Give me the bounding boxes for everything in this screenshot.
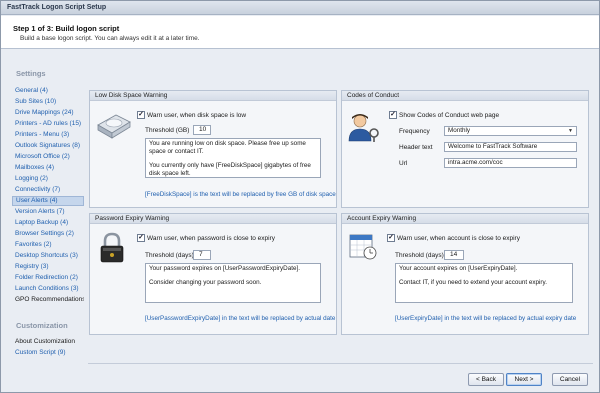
- password-panel: Password Expiry Warning ✓ Warn user, whe…: [89, 213, 337, 335]
- disk-message-textarea[interactable]: You are running low on disk space. Pleas…: [145, 138, 321, 178]
- sidebar-item-general[interactable]: General (4): [12, 86, 84, 96]
- warn-password-checkbox[interactable]: ✓: [137, 234, 145, 242]
- disk-message-line-2: You currently only have [FreeDiskSpace] …: [149, 162, 311, 177]
- password-title: Password Expiry Warning: [90, 214, 336, 224]
- setup-window: FastTrack Logon Script Setup Step 1 of 3…: [0, 0, 600, 393]
- sidebar-item-connectivity[interactable]: Connectivity (7): [12, 185, 84, 195]
- password-threshold-label: Threshold (days): [145, 252, 194, 259]
- step-title: Step 1 of 3: Build logon script: [13, 24, 120, 33]
- account-message-line-2: Contact IT, if you need to extend your a…: [399, 279, 547, 286]
- sidebar-item-about-customization[interactable]: About Customization: [12, 337, 84, 347]
- cancel-button[interactable]: Cancel: [552, 373, 588, 386]
- sidebar-item-drive-mappings[interactable]: Drive Mappings (24): [12, 108, 84, 118]
- account-threshold-input[interactable]: 14: [444, 250, 464, 260]
- url-input[interactable]: intra.acme.com/coc: [444, 158, 577, 168]
- step-subtitle: Build a base logon script. You can alway…: [20, 35, 200, 42]
- customization-heading: Customization: [16, 321, 68, 330]
- warn-account-checkbox[interactable]: ✓: [387, 234, 395, 242]
- password-message-textarea[interactable]: Your password expires on [UserPasswordEx…: [145, 263, 321, 303]
- sidebar-item-laptop-backup[interactable]: Laptop Backup (4): [12, 218, 84, 228]
- warn-account-label: Warn user, when account is close to expi…: [397, 235, 520, 242]
- settings-heading: Settings: [16, 69, 46, 78]
- footer-divider: [88, 363, 593, 364]
- sidebar-item-user-alerts[interactable]: User Alerts (4): [12, 196, 84, 206]
- warn-low-disk-label: Warn user, when disk space is low: [147, 112, 247, 119]
- sidebar-item-gpo-recommendations[interactable]: GPO Recommendations: [12, 295, 84, 305]
- show-conduct-label: Show Codes of Conduct web page: [399, 112, 500, 119]
- disk-threshold-input[interactable]: 10: [193, 125, 211, 135]
- sidebar-item-printers-menu[interactable]: Printers - Menu (3): [12, 130, 84, 140]
- header-text-label: Header text: [399, 144, 433, 151]
- sidebar-item-folder-redirection[interactable]: Folder Redirection (2): [12, 273, 84, 283]
- user-key-icon: [348, 114, 379, 142]
- sidebar-item-version-alerts[interactable]: Version Alerts (7): [12, 207, 84, 217]
- wizard-header: Step 1 of 3: Build logon script Build a …: [1, 16, 599, 49]
- frequency-value: Monthly: [448, 127, 471, 134]
- low-disk-panel: Low Disk Space Warning ✓ Warn user, when…: [89, 90, 337, 208]
- title-bar: FastTrack Logon Script Setup: [1, 1, 599, 15]
- conduct-panel: Codes of Conduct ✓ Show Codes of Conduct…: [341, 90, 589, 208]
- url-label: Url: [399, 160, 408, 167]
- sidebar-item-sub-sites[interactable]: Sub Sites (10): [12, 97, 84, 107]
- warn-password-label: Warn user, when password is close to exp…: [147, 235, 276, 242]
- frequency-label: Frequency: [399, 128, 430, 135]
- header-text-input[interactable]: Welcome to FastTrack Software: [444, 142, 577, 152]
- disk-note: [FreeDiskSpace] is the text will be repl…: [145, 191, 336, 198]
- sidebar-item-custom-script[interactable]: Custom Script (9): [12, 348, 84, 358]
- account-message-textarea[interactable]: Your account expires on [UserExpiryDate]…: [395, 263, 573, 303]
- back-button[interactable]: < Back: [468, 373, 504, 386]
- show-conduct-checkbox[interactable]: ✓: [389, 111, 397, 119]
- warn-low-disk-checkbox[interactable]: ✓: [137, 111, 145, 119]
- sidebar-item-printers-ad-rules[interactable]: Printers - AD rules (15): [12, 119, 84, 129]
- sidebar-item-logging[interactable]: Logging (2): [12, 174, 84, 184]
- low-disk-title: Low Disk Space Warning: [90, 91, 336, 101]
- sidebar-item-browser-settings[interactable]: Browser Settings (2): [12, 229, 84, 239]
- sidebar-item-outlook-signatures[interactable]: Outlook Signatures (8): [12, 141, 84, 151]
- sidebar-item-mailboxes[interactable]: Mailboxes (4): [12, 163, 84, 173]
- frequency-select[interactable]: Monthly ▼: [444, 126, 577, 136]
- sidebar-item-desktop-shortcuts[interactable]: Desktop Shortcuts (3): [12, 251, 84, 261]
- next-button[interactable]: Next >: [506, 373, 542, 386]
- sidebar-item-favorites[interactable]: Favorites (2): [12, 240, 84, 250]
- chevron-down-icon: ▼: [568, 128, 573, 134]
- sidebar-item-microsoft-office[interactable]: Microsoft Office (2): [12, 152, 84, 162]
- padlock-icon: [100, 232, 124, 263]
- conduct-title: Codes of Conduct: [342, 91, 588, 101]
- password-threshold-input[interactable]: 7: [193, 250, 211, 260]
- account-panel: Account Expiry Warning ✓ Warn user, when…: [341, 213, 589, 335]
- password-message-line-2: Consider changing your password soon.: [149, 279, 262, 286]
- sidebar-item-launch-conditions[interactable]: Launch Conditions (3): [12, 284, 84, 294]
- hard-disk-icon: [97, 114, 131, 139]
- password-note: [UserPasswordExpiryDate] in the text wil…: [145, 315, 336, 322]
- sidebar-item-registry[interactable]: Registry (3): [12, 262, 84, 272]
- disk-threshold-label: Threshold (GB): [145, 127, 190, 134]
- account-threshold-label: Threshold (days): [395, 252, 444, 259]
- disk-message-line-1: You are running low on disk space. Pleas…: [149, 140, 306, 155]
- account-note: [UserExpiryDate] in the text will be rep…: [395, 315, 577, 322]
- calendar-icon: [349, 234, 377, 260]
- account-message-line-1: Your account expires on [UserExpiryDate]…: [399, 265, 518, 272]
- account-title: Account Expiry Warning: [342, 214, 588, 224]
- settings-sidebar: Settings General (4) Sub Sites (10) Driv…: [10, 61, 85, 361]
- password-message-line-1: Your password expires on [UserPasswordEx…: [149, 265, 300, 272]
- window-title: FastTrack Logon Script Setup: [7, 4, 107, 11]
